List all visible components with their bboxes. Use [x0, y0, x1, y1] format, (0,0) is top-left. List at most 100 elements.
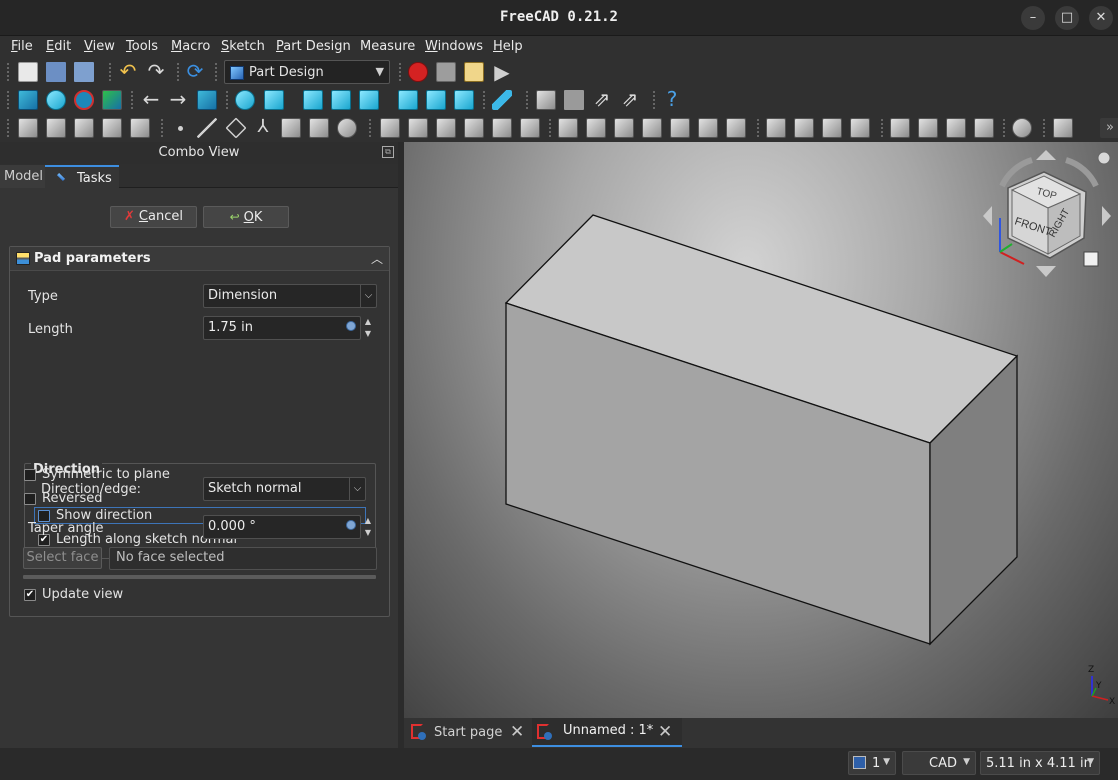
- create-sketch-icon[interactable]: [130, 118, 150, 138]
- draft-icon[interactable]: [946, 118, 966, 138]
- menu-windows[interactable]: Windows: [425, 39, 483, 54]
- additive-loft-icon[interactable]: [436, 118, 456, 138]
- toolbar-grip[interactable]: [482, 90, 486, 110]
- refresh-icon[interactable]: ⟳: [185, 61, 205, 82]
- draw-style-icon[interactable]: [74, 90, 94, 110]
- view-count-select[interactable]: 1 ▼: [848, 751, 896, 775]
- subtractive-pipe-icon[interactable]: [670, 118, 690, 138]
- menu-macro[interactable]: Macro: [171, 39, 210, 54]
- toolbar-grip[interactable]: [130, 90, 134, 110]
- link-actions-icon[interactable]: ⇗: [620, 89, 640, 110]
- datum-line-icon[interactable]: [197, 118, 217, 138]
- toolbar-grip[interactable]: [652, 90, 656, 110]
- pad-icon[interactable]: [380, 118, 400, 138]
- arrow-left-icon[interactable]: [983, 206, 992, 226]
- toolbar-overflow-icon[interactable]: »: [1100, 118, 1118, 138]
- 3d-viewport[interactable]: TOP FRONT RIGHT Z Y X: [404, 142, 1118, 718]
- tab-model[interactable]: Model: [0, 165, 45, 188]
- toolbar-grip[interactable]: [1002, 118, 1006, 138]
- multi-transform-icon[interactable]: [850, 118, 870, 138]
- view-front-icon[interactable]: [303, 90, 323, 110]
- arrow-right-icon[interactable]: [1102, 206, 1111, 226]
- create-body-icon[interactable]: [18, 118, 38, 138]
- cancel-button[interactable]: ✗ Cancel: [110, 206, 197, 228]
- navigation-style-select[interactable]: CAD ▼: [902, 751, 976, 775]
- arrow-down-icon[interactable]: [1036, 266, 1056, 277]
- spin-up-icon[interactable]: ▲: [361, 515, 375, 527]
- direction-edge-select[interactable]: Sketch normal ⌵: [203, 477, 366, 501]
- shape-binder-icon[interactable]: [46, 118, 66, 138]
- tab-tasks[interactable]: Tasks: [45, 165, 119, 188]
- undo-icon[interactable]: ↶: [118, 61, 138, 82]
- maximize-button[interactable]: □: [1055, 6, 1079, 30]
- check-geometry-icon[interactable]: [1053, 118, 1073, 138]
- spin-down-icon[interactable]: ▼: [361, 328, 375, 340]
- spin-up-icon[interactable]: ▲: [361, 316, 375, 328]
- tab-start-page[interactable]: Start page ✕: [406, 718, 530, 747]
- menu-sketch[interactable]: Sketch: [221, 39, 265, 54]
- toolbar-grip[interactable]: [225, 90, 229, 110]
- menu-help[interactable]: Help: [493, 39, 523, 54]
- float-panel-icon[interactable]: ⧉: [382, 146, 394, 158]
- chamfer-icon[interactable]: [918, 118, 938, 138]
- sync-view-icon[interactable]: [197, 90, 217, 110]
- fit-selection-icon[interactable]: [46, 90, 66, 110]
- make-link-icon[interactable]: ⇗: [592, 89, 612, 110]
- subtractive-loft-icon[interactable]: [642, 118, 662, 138]
- toolbar-grip[interactable]: [108, 62, 112, 82]
- taper-spinner[interactable]: ▲ ▼: [361, 515, 375, 539]
- record-macro-icon[interactable]: [408, 62, 428, 82]
- fit-all-icon[interactable]: [18, 90, 38, 110]
- tab-unnamed[interactable]: Unnamed : 1* ✕: [532, 718, 682, 747]
- toolbar-grip[interactable]: [6, 62, 10, 82]
- boolean-icon[interactable]: [1012, 118, 1032, 138]
- fillet-icon[interactable]: [890, 118, 910, 138]
- clone-2-icon[interactable]: [337, 118, 357, 138]
- local-coordinate-icon[interactable]: ⅄: [253, 118, 273, 138]
- toolbar-grip[interactable]: [880, 118, 884, 138]
- toolbar-grip[interactable]: [398, 62, 402, 82]
- additive-helix-icon[interactable]: [492, 118, 512, 138]
- clone-icon[interactable]: [74, 118, 94, 138]
- view-right-icon[interactable]: [359, 90, 379, 110]
- minimize-button[interactable]: –: [1021, 6, 1045, 30]
- sub-binder-2-icon[interactable]: [309, 118, 329, 138]
- bounding-box-icon[interactable]: [102, 90, 122, 110]
- toolbar-grip[interactable]: [160, 118, 164, 138]
- select-face-button[interactable]: Select face: [23, 547, 102, 569]
- toolbar-grip[interactable]: [1042, 118, 1046, 138]
- create-group-icon[interactable]: [564, 90, 584, 110]
- datum-point-icon[interactable]: [170, 118, 190, 138]
- shape-binder-2-icon[interactable]: [281, 118, 301, 138]
- length-input[interactable]: 1.75 in: [203, 316, 361, 340]
- reversed-checkbox[interactable]: [24, 493, 36, 505]
- menu-tools[interactable]: Tools: [126, 39, 158, 54]
- pocket-icon[interactable]: [558, 118, 578, 138]
- toolbar-grip[interactable]: [525, 90, 529, 110]
- datum-plane-icon[interactable]: [225, 117, 247, 139]
- close-window-button[interactable]: ✕: [1089, 6, 1113, 30]
- menu-view[interactable]: View: [84, 39, 115, 54]
- dimensions-select[interactable]: 5.11 in x 4.11 in ▼: [980, 751, 1100, 775]
- workbench-selector[interactable]: Part Design ▼: [224, 60, 390, 84]
- rotate-right-icon[interactable]: [1065, 157, 1099, 188]
- back-arrow-icon[interactable]: ←: [141, 89, 161, 110]
- toolbar-grip[interactable]: [368, 118, 372, 138]
- create-part-icon[interactable]: [536, 90, 556, 110]
- subtractive-primitive-icon[interactable]: [726, 118, 746, 138]
- measure-distance-icon[interactable]: [492, 90, 512, 110]
- whats-this-icon[interactable]: ?: [662, 89, 682, 110]
- expression-icon[interactable]: [346, 321, 356, 331]
- view-cube-icon[interactable]: [264, 90, 284, 110]
- ok-button[interactable]: ↩ OK: [203, 206, 289, 228]
- spin-down-icon[interactable]: ▼: [361, 527, 375, 539]
- save-icon[interactable]: [74, 62, 94, 82]
- subtractive-helix-icon[interactable]: [698, 118, 718, 138]
- sub-shape-binder-icon[interactable]: [102, 118, 122, 138]
- revolution-icon[interactable]: [408, 118, 428, 138]
- toolbar-grip[interactable]: [756, 118, 760, 138]
- menu-measure[interactable]: Measure: [360, 39, 415, 54]
- close-tab-icon[interactable]: ✕: [510, 722, 524, 742]
- polar-pattern-icon[interactable]: [822, 118, 842, 138]
- toolbar-grip[interactable]: [6, 90, 10, 110]
